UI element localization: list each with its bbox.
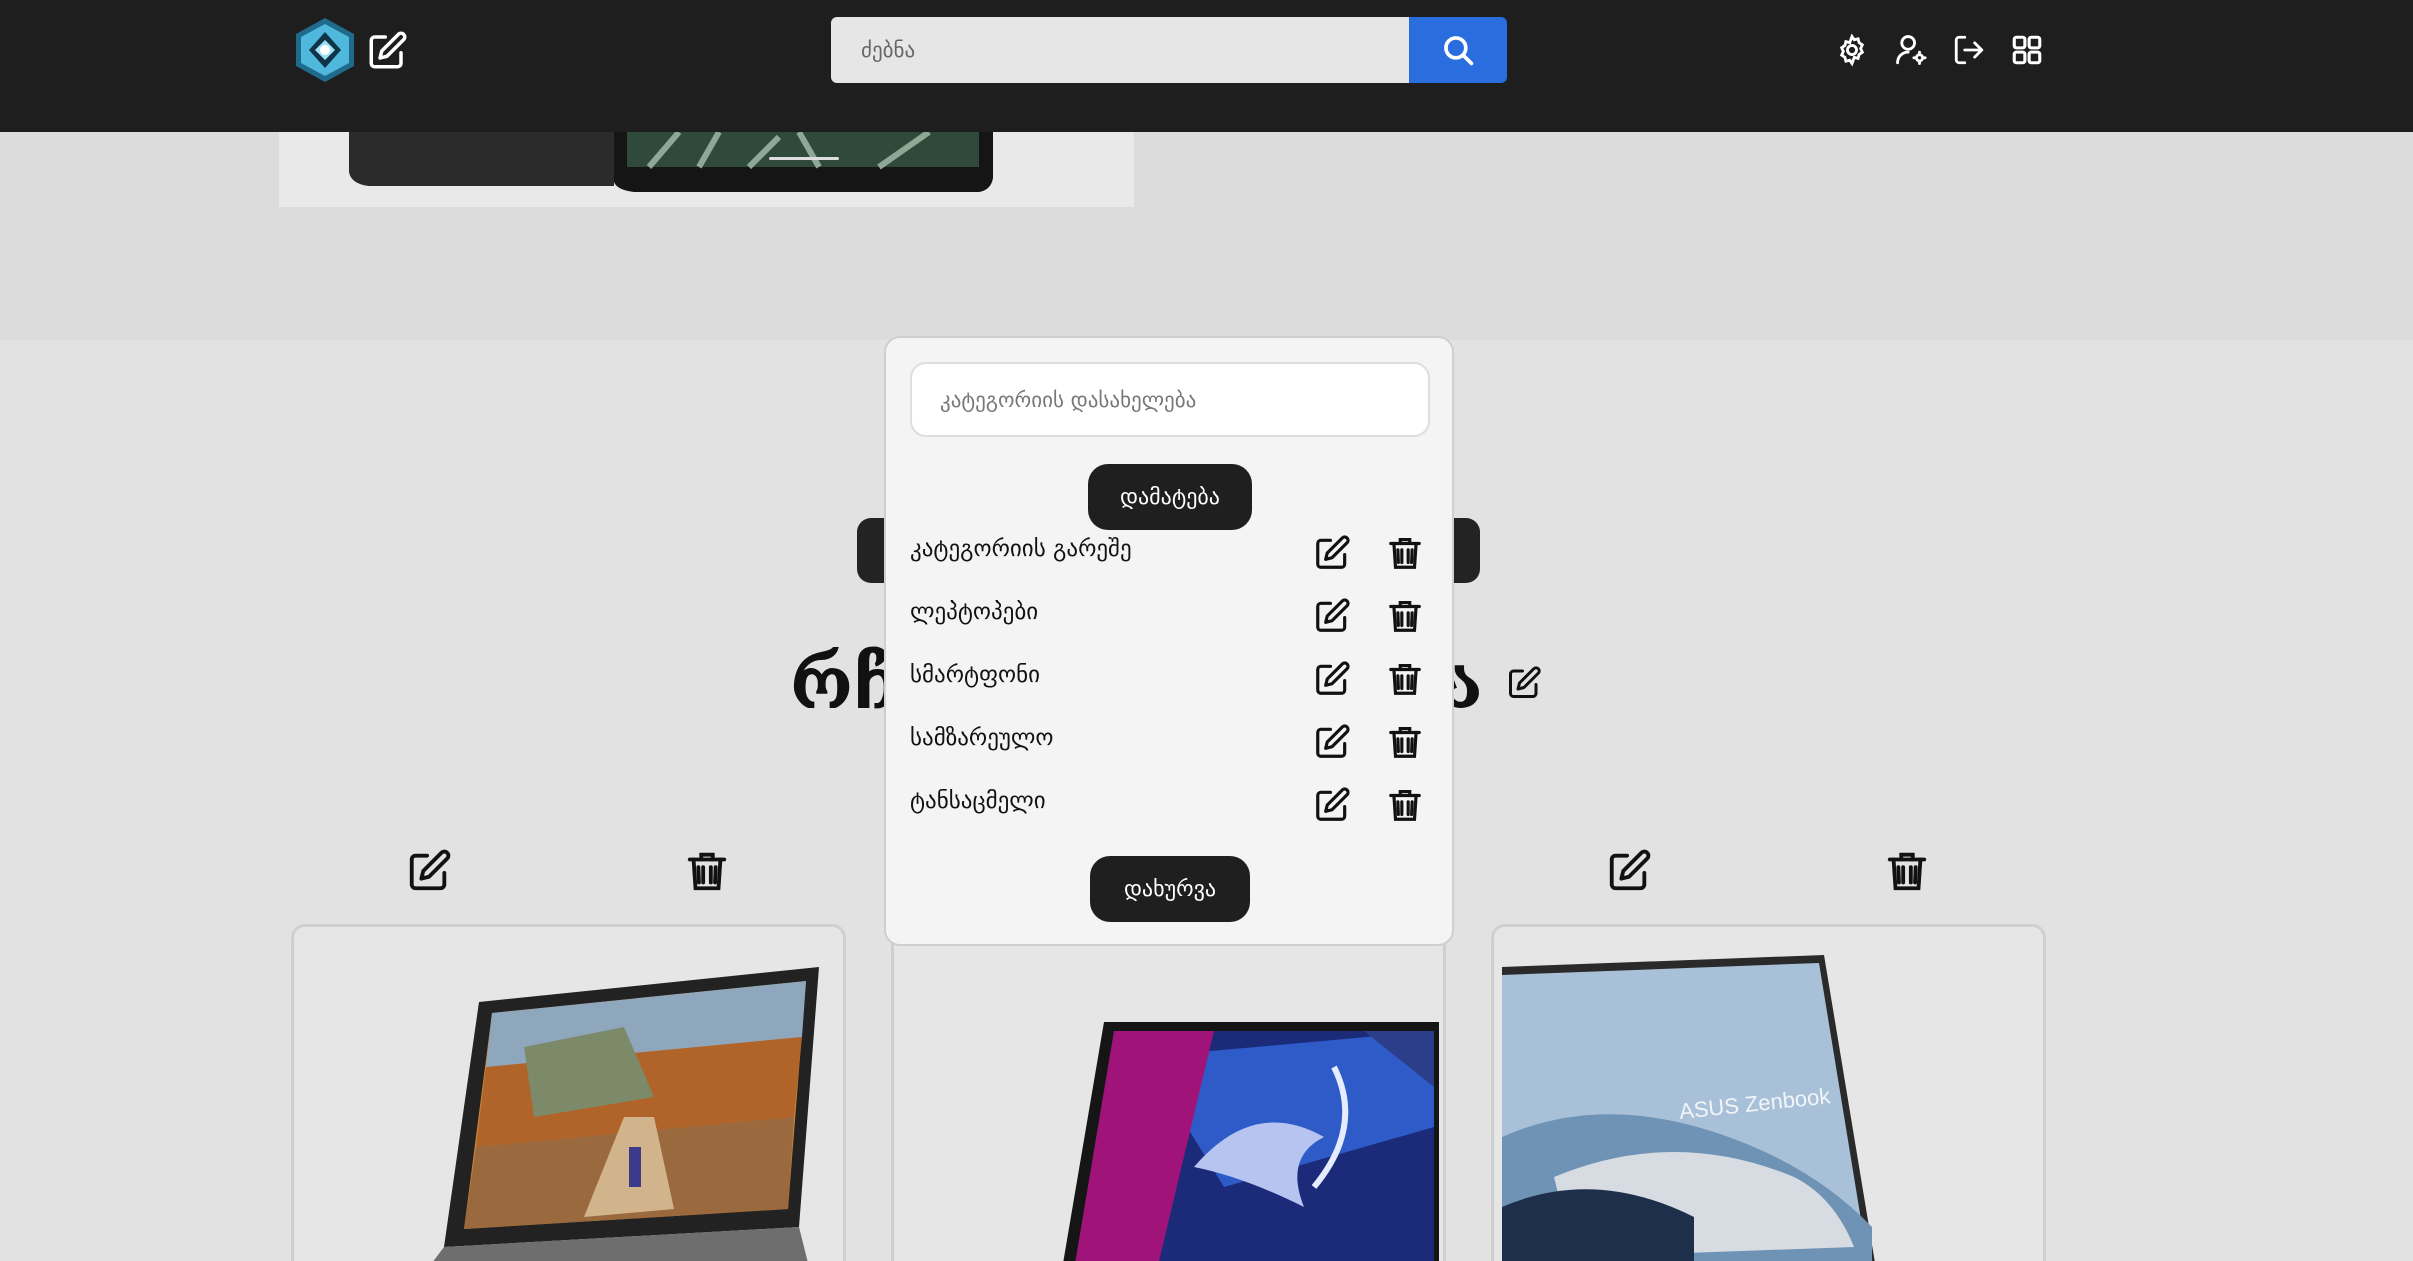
- category-label: კატეგორიის გარეშე: [910, 536, 1132, 562]
- search-input[interactable]: [831, 17, 1411, 83]
- category-row: სამზარეულო: [910, 715, 1430, 761]
- category-row: ტანსაცმელი: [910, 778, 1430, 824]
- category-edit-icon[interactable]: [1313, 660, 1351, 698]
- heading-edit-icon[interactable]: [1506, 665, 1542, 701]
- search-button[interactable]: [1409, 17, 1507, 83]
- category-trash-icon[interactable]: [1386, 723, 1424, 761]
- product-card[interactable]: [291, 924, 846, 1261]
- product-edit-icon[interactable]: [406, 848, 452, 894]
- top-header: [0, 0, 2413, 132]
- category-trash-icon[interactable]: [1386, 597, 1424, 635]
- user-settings-icon[interactable]: [1893, 32, 1929, 68]
- edit-icon[interactable]: [366, 30, 408, 72]
- category-edit-icon[interactable]: [1313, 534, 1351, 572]
- product-card[interactable]: [891, 924, 1446, 1261]
- product-trash-icon[interactable]: [1884, 848, 1930, 894]
- logout-icon[interactable]: [1951, 32, 1987, 68]
- page-heading: რჩ: [790, 640, 900, 725]
- category-edit-icon[interactable]: [1313, 723, 1351, 761]
- product-card[interactable]: ASUS Zenbook: [1491, 924, 2046, 1261]
- category-trash-icon[interactable]: [1386, 534, 1424, 572]
- category-trash-icon[interactable]: [1386, 786, 1424, 824]
- category-trash-icon[interactable]: [1386, 660, 1424, 698]
- category-label: ტანსაცმელი: [910, 788, 1046, 814]
- category-name-input[interactable]: [910, 362, 1430, 437]
- category-row: სმარტფონი: [910, 652, 1430, 698]
- product-edit-icon[interactable]: [1606, 848, 1652, 894]
- category-row: კატეგორიის გარეშე: [910, 526, 1430, 572]
- laptop-image: [294, 927, 843, 1261]
- category-edit-icon[interactable]: [1313, 786, 1351, 824]
- settings-icon[interactable]: [1834, 32, 1870, 68]
- add-category-button[interactable]: დამატება: [1088, 464, 1252, 530]
- category-modal: დამატება კატეგორიის გარეშე ლეპტოპები სმა…: [884, 336, 1454, 946]
- category-label: ლეპტოპები: [910, 599, 1039, 625]
- product-trash-icon[interactable]: [684, 848, 730, 894]
- banner-image: [279, 132, 1134, 207]
- laptop-image: [894, 927, 1443, 1261]
- category-edit-icon[interactable]: [1313, 597, 1351, 635]
- category-row: ლეპტოპები: [910, 589, 1430, 635]
- laptop-image: ASUS Zenbook: [1494, 927, 2043, 1261]
- close-modal-button[interactable]: დახურვა: [1090, 856, 1250, 922]
- category-label: სამზარეულო: [910, 725, 1054, 751]
- apps-grid-icon[interactable]: [2009, 32, 2045, 68]
- category-label: სმარტფონი: [910, 662, 1041, 688]
- search-icon: [1444, 36, 1474, 66]
- logo-icon[interactable]: [291, 16, 359, 84]
